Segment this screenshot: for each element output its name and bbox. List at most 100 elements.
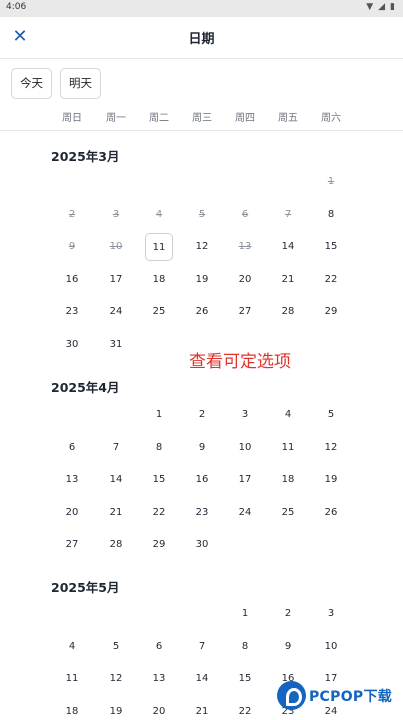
calendar-day[interactable]: 30 bbox=[188, 531, 216, 559]
calendar-day[interactable]: 17 bbox=[231, 466, 259, 494]
watermark-text: PCPOP下载 bbox=[309, 688, 393, 705]
calendar-day[interactable]: 29 bbox=[145, 531, 173, 559]
calendar-day: 2 bbox=[68, 208, 76, 220]
weekday-mon: 周一 bbox=[106, 113, 126, 124]
calendar-day[interactable]: 11 bbox=[58, 665, 86, 693]
calendar-day[interactable]: 16 bbox=[188, 466, 216, 494]
weekday-header: 周日 周一 周二 周三 周四 周五 周六 bbox=[0, 101, 403, 131]
calendar-day[interactable]: 21 bbox=[188, 698, 216, 720]
calendar-day[interactable]: 27 bbox=[58, 531, 86, 559]
calendar-day[interactable]: 28 bbox=[102, 531, 130, 559]
calendar-day[interactable]: 25 bbox=[145, 298, 173, 326]
calendar-day[interactable]: 18 bbox=[145, 266, 173, 294]
calendar-day[interactable]: 2 bbox=[188, 401, 216, 429]
status-icons: ▼ ◢ ▮ bbox=[366, 2, 395, 13]
calendar-day[interactable]: 19 bbox=[188, 266, 216, 294]
calendar-day[interactable]: 10 bbox=[231, 434, 259, 462]
calendar-day: 10 bbox=[109, 241, 123, 253]
calendar-day[interactable]: 7 bbox=[102, 434, 130, 462]
tomorrow-button[interactable]: 明天 bbox=[60, 68, 101, 99]
calendar-day[interactable]: 28 bbox=[274, 298, 302, 326]
signal-icon: ◢ bbox=[378, 2, 386, 12]
status-bar: 4:06 ▼ ◢ ▮ bbox=[0, 0, 403, 17]
calendar-day[interactable]: 5 bbox=[102, 633, 130, 661]
calendar-day[interactable]: 26 bbox=[188, 298, 216, 326]
calendar-day[interactable]: 16 bbox=[58, 266, 86, 294]
calendar-day[interactable]: 14 bbox=[188, 665, 216, 693]
calendar-day[interactable]: 27 bbox=[231, 298, 259, 326]
calendar-day[interactable]: 13 bbox=[145, 665, 173, 693]
calendar-day[interactable]: 8 bbox=[145, 434, 173, 462]
calendar-day[interactable]: 21 bbox=[102, 499, 130, 527]
month-title: 2025年3月 bbox=[51, 149, 120, 164]
calendar-day: 1 bbox=[327, 176, 335, 187]
calendar-day[interactable]: 30 bbox=[58, 331, 86, 359]
calendar-day[interactable]: 15 bbox=[145, 466, 173, 494]
calendar-day[interactable]: 3 bbox=[317, 600, 345, 628]
calendar-day[interactable]: 9 bbox=[274, 633, 302, 661]
calendar-day[interactable]: 9 bbox=[188, 434, 216, 462]
wifi-icon: ▼ bbox=[366, 2, 374, 12]
calendar-day[interactable]: 20 bbox=[58, 499, 86, 527]
weekday-sat: 周六 bbox=[321, 113, 341, 124]
calendar-day[interactable]: 18 bbox=[58, 698, 86, 720]
calendar-day[interactable]: 31 bbox=[102, 331, 130, 359]
pcpop-logo-icon bbox=[277, 681, 306, 710]
calendar-day[interactable]: 22 bbox=[231, 698, 259, 720]
calendar-day: 13 bbox=[238, 241, 252, 253]
calendar-day[interactable]: 23 bbox=[188, 499, 216, 527]
calendar-day[interactable]: 26 bbox=[317, 499, 345, 527]
calendar-day[interactable]: 19 bbox=[317, 466, 345, 494]
calendar-day[interactable]: 15 bbox=[231, 665, 259, 693]
calendar-day[interactable]: 6 bbox=[145, 633, 173, 661]
month-title: 2025年4月 bbox=[51, 380, 120, 395]
calendar-day: 5 bbox=[198, 208, 206, 220]
weekday-fri: 周五 bbox=[278, 113, 298, 124]
calendar-day[interactable]: 15 bbox=[317, 233, 345, 261]
today-button[interactable]: 今天 bbox=[11, 68, 52, 99]
calendar-day[interactable]: 1 bbox=[145, 401, 173, 429]
calendar-day[interactable]: 1 bbox=[231, 600, 259, 628]
calendar-day[interactable]: 18 bbox=[274, 466, 302, 494]
calendar-day[interactable]: 20 bbox=[231, 266, 259, 294]
calendar-day-selected[interactable]: 11 bbox=[145, 233, 173, 262]
annotation-text: 查看可定选项 bbox=[189, 352, 291, 372]
calendar-day[interactable]: 29 bbox=[317, 298, 345, 326]
calendar-day[interactable]: 12 bbox=[317, 434, 345, 462]
calendar-day[interactable]: 2 bbox=[274, 600, 302, 628]
calendar-day[interactable]: 24 bbox=[231, 499, 259, 527]
calendar-day[interactable]: 12 bbox=[102, 665, 130, 693]
calendar-day[interactable]: 20 bbox=[145, 698, 173, 720]
calendar-day[interactable]: 13 bbox=[58, 466, 86, 494]
header-bar: ✕ 日期 bbox=[0, 17, 403, 59]
calendar-day[interactable]: 24 bbox=[102, 298, 130, 326]
calendar-day[interactable]: 22 bbox=[317, 266, 345, 294]
calendar-day: 3 bbox=[112, 208, 120, 220]
calendar-day[interactable]: 23 bbox=[58, 298, 86, 326]
calendar-day[interactable]: 4 bbox=[274, 401, 302, 429]
calendar-day[interactable]: 8 bbox=[231, 633, 259, 661]
calendar-day: 9 bbox=[68, 241, 76, 253]
weekday-wed: 周三 bbox=[192, 113, 212, 124]
calendar-day[interactable]: 6 bbox=[58, 434, 86, 462]
calendar-day[interactable]: 11 bbox=[274, 434, 302, 462]
calendar-day[interactable]: 14 bbox=[274, 233, 302, 261]
calendar-day[interactable]: 25 bbox=[274, 499, 302, 527]
watermark: PCPOP下载 bbox=[277, 681, 392, 710]
calendar-day[interactable]: 14 bbox=[102, 466, 130, 494]
calendar-day[interactable]: 10 bbox=[317, 633, 345, 661]
weekday-thu: 周四 bbox=[235, 113, 255, 124]
quick-select-row: 今天 明天 bbox=[11, 68, 101, 99]
calendar-day[interactable]: 7 bbox=[188, 633, 216, 661]
calendar-day[interactable]: 12 bbox=[188, 233, 216, 261]
calendar-day[interactable]: 8 bbox=[317, 201, 345, 229]
calendar-day[interactable]: 22 bbox=[145, 499, 173, 527]
calendar-day: 6 bbox=[241, 208, 249, 220]
calendar-day[interactable]: 4 bbox=[58, 633, 86, 661]
status-time: 4:06 bbox=[6, 2, 27, 12]
calendar-day[interactable]: 3 bbox=[231, 401, 259, 429]
calendar-day[interactable]: 5 bbox=[317, 401, 345, 429]
calendar-day[interactable]: 19 bbox=[102, 698, 130, 720]
calendar-day[interactable]: 21 bbox=[274, 266, 302, 294]
calendar-day[interactable]: 17 bbox=[102, 266, 130, 294]
